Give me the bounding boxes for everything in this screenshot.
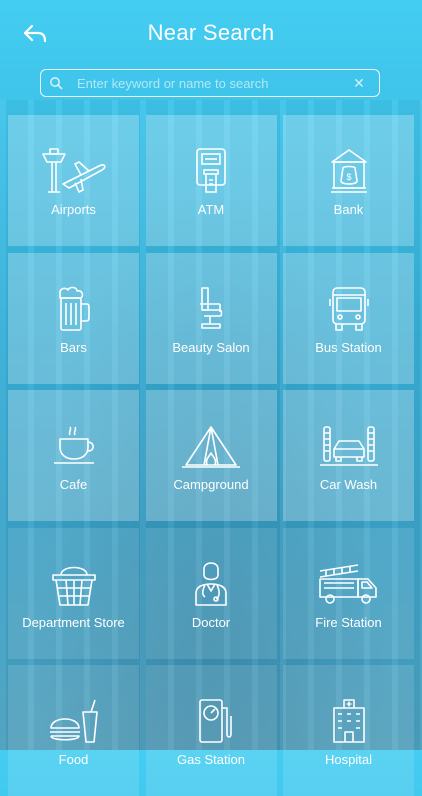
bus-icon — [314, 286, 384, 332]
category-beauty-salon[interactable]: Beauty Salon — [145, 252, 277, 384]
category-label: Hospital — [325, 752, 372, 767]
category-label: Doctor — [191, 614, 231, 630]
category-department-store[interactable]: Department Store — [8, 527, 139, 659]
atm-icon — [176, 148, 246, 194]
category-label: Airports — [51, 202, 96, 217]
category-label: Bars — [60, 339, 87, 355]
category-hospital[interactable]: Hospital — [283, 665, 414, 796]
svg-text:$: $ — [346, 172, 351, 182]
salon-chair-icon — [176, 286, 246, 332]
category-label: Bus Station — [315, 339, 382, 355]
category-doctor[interactable]: Doctor — [145, 527, 277, 659]
category-label: Gas Station — [177, 752, 245, 767]
category-label: Car Wash — [319, 477, 378, 492]
category-label: Campground — [173, 477, 249, 492]
tent-icon — [176, 423, 246, 469]
shopping-basket-icon — [39, 561, 109, 607]
beer-mug-icon — [39, 286, 109, 332]
clear-search-button[interactable]: ✕ — [347, 75, 371, 92]
search-bar: ✕ — [40, 69, 380, 97]
fire-truck-icon — [314, 561, 384, 607]
category-label: Department Store — [22, 614, 125, 630]
header: Near Search — [0, 0, 422, 68]
category-cafe[interactable]: Cafe — [8, 390, 139, 521]
gas-pump-icon — [176, 698, 246, 744]
doctor-icon — [176, 561, 246, 607]
category-atm[interactable]: ATM — [145, 115, 277, 246]
category-bus-station[interactable]: Bus Station — [283, 252, 414, 384]
category-grid: Airports ATM $ Bank Bars Beauty Salon Bu… — [8, 115, 414, 796]
category-bars[interactable]: Bars — [8, 252, 139, 384]
search-input[interactable] — [73, 70, 347, 96]
category-bank[interactable]: $ Bank — [283, 115, 414, 246]
category-label: Cafe — [59, 477, 88, 492]
bank-icon: $ — [314, 148, 384, 194]
hospital-icon — [314, 698, 384, 744]
fast-food-icon — [39, 698, 109, 744]
category-label: ATM — [197, 202, 225, 217]
search-icon — [49, 76, 73, 90]
page-title: Near Search — [147, 20, 275, 45]
category-label: Food — [58, 752, 89, 767]
airport-icon — [39, 148, 109, 194]
coffee-cup-icon — [39, 423, 109, 469]
category-food[interactable]: Food — [8, 665, 139, 796]
category-label: Beauty Salon — [172, 339, 250, 355]
category-label: Bank — [333, 202, 364, 217]
category-airports[interactable]: Airports — [8, 115, 139, 246]
car-wash-icon — [314, 423, 384, 469]
category-campground[interactable]: Campground — [145, 390, 277, 521]
category-fire-station[interactable]: Fire Station — [283, 527, 414, 659]
category-car-wash[interactable]: Car Wash — [283, 390, 414, 521]
category-gas-station[interactable]: Gas Station — [145, 665, 277, 796]
category-label: Fire Station — [315, 614, 382, 630]
